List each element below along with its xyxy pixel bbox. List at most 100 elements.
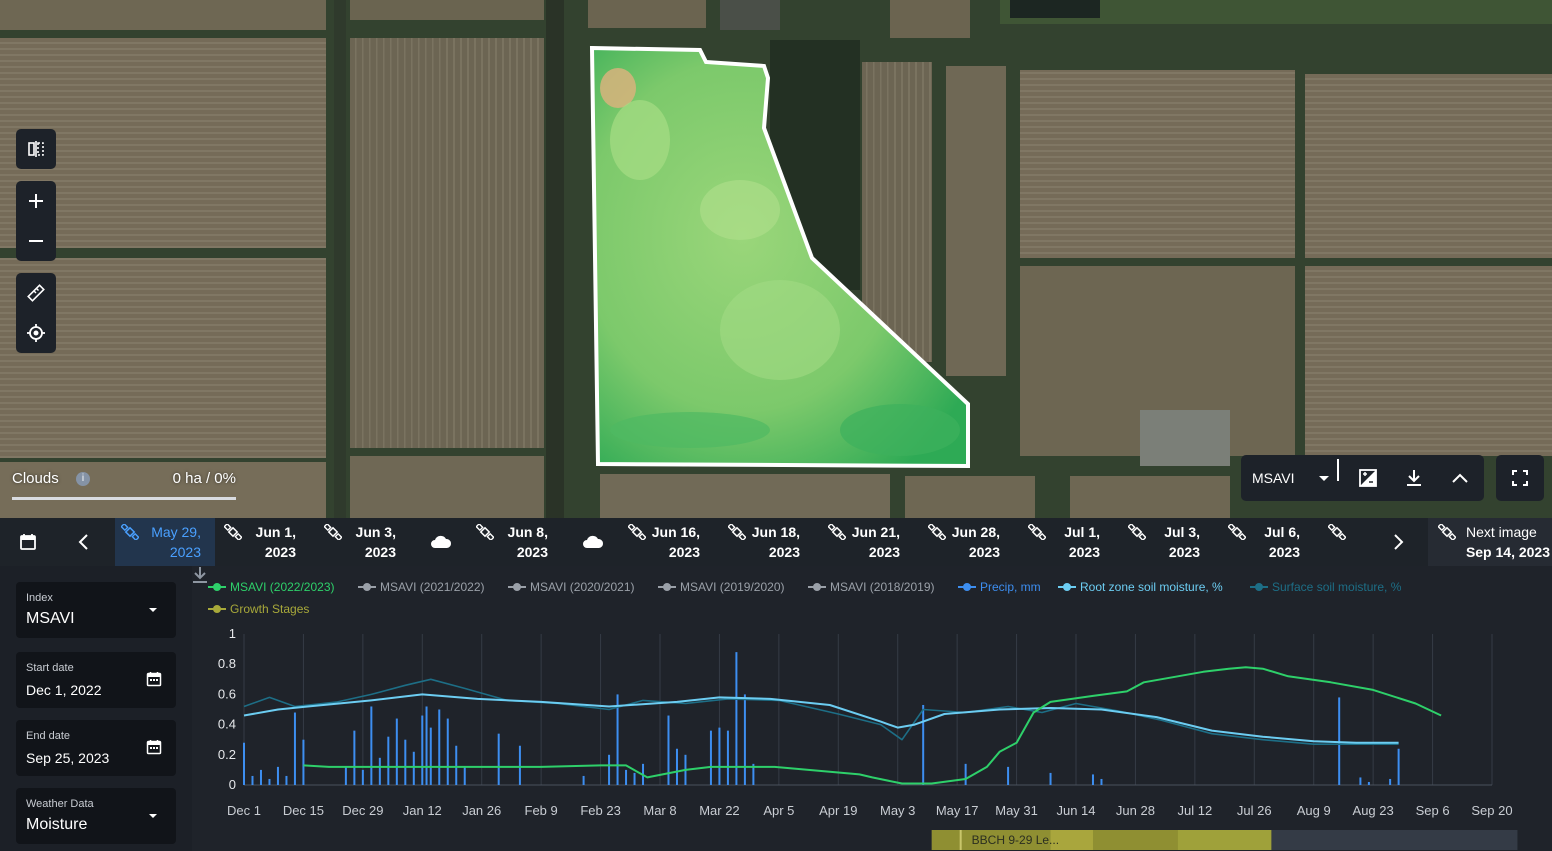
y-tick-label: 0.6 [218,686,236,701]
cloud-icon [431,535,452,548]
caret-down-icon [1318,475,1329,481]
x-tick-label: Jun 28 [1116,803,1155,818]
fullscreen-button[interactable] [1496,455,1544,501]
timeline-date-year: 2023 [868,544,900,560]
clouds-label: Clouds [12,470,59,487]
timeline-date-year: 2023 [1168,544,1200,560]
timeline-date-year: 2023 [1068,544,1100,560]
precip-bar [243,742,245,785]
next-date-button[interactable] [1380,518,1416,566]
timeline-date-item[interactable]: Jun 1, 2023 [218,518,310,566]
chart-settings-sidebar: Index MSAVI Start date Dec 1, 2022 End d… [0,566,192,851]
satellite-icon [728,524,746,540]
timeline-date-item[interactable]: Jun 28, 2023 [922,518,1014,566]
timeline-date-item[interactable]: Jun 16, 2023 [622,518,714,566]
precip-bar [625,769,628,785]
x-tick-label: Jun 14 [1056,803,1095,818]
chevron-up-icon [1452,473,1468,483]
clouds-indicator: Clouds i 0 ha / 0% [12,470,238,506]
calendar-icon [146,672,162,687]
precip-bar [1359,777,1362,785]
precip-bar [429,727,432,785]
timeline-date-item[interactable]: May 29, 2023 [115,518,215,566]
y-tick-label: 0 [229,777,236,792]
timeline-date-year: 2023 [264,544,296,560]
timeline-date-item[interactable]: Jun 3, 2023 [318,518,410,566]
timeline-date-item[interactable]: Jun 18, 2023 [722,518,814,566]
growth-stage-segment [1177,830,1272,850]
precip-bar [446,718,449,785]
precip-bar [268,778,271,785]
download-button[interactable] [1391,455,1437,501]
index-select[interactable]: Index MSAVI [16,582,176,638]
precip-bar [718,727,721,785]
precip-bar [518,745,521,785]
prev-date-button[interactable] [66,518,102,566]
weather-data-select[interactable]: Weather Data Moisture [16,788,176,844]
chevron-right-icon [1394,534,1404,550]
timeline-date-item-partial[interactable] [1322,518,1366,566]
calendar-button[interactable] [10,518,46,566]
map-view[interactable]: Clouds i 0 ha / 0% MSAVI [0,0,1552,518]
image-compare-button[interactable] [1345,455,1391,501]
caret-down-icon [149,608,157,612]
locate-button[interactable] [16,313,56,353]
precip-bar [353,730,356,785]
precip-bar [497,733,500,785]
precip-bar [735,652,738,785]
cloudy-date-button[interactable] [582,534,604,550]
satellite-icon [476,524,494,540]
x-tick-label: Apr 5 [763,803,794,818]
start-date-value: Dec 1, 2022 [26,682,102,698]
end-date-field[interactable]: End date Sep 25, 2023 [16,720,176,776]
cloud-icon [583,535,604,548]
precip-bar [633,772,636,785]
info-icon[interactable]: i [76,472,90,486]
satellite-icon [324,524,342,540]
precip-bar [726,730,729,785]
precip-bar [922,704,925,785]
timeline-date-item[interactable]: Jul 1, 2023 [1022,518,1114,566]
timeline-date-item[interactable]: Jun 21, 2023 [822,518,914,566]
precip-bar [1397,748,1400,785]
x-tick-label: Sep 20 [1471,803,1512,818]
image-timeline: May 29, 2023 Jun 1, 2023 Jun 3, 2023 Jun 8, 202… [0,518,1552,566]
image-compare-icon [1359,469,1377,487]
layer-select[interactable]: MSAVI [1241,455,1337,501]
zoom-in-button[interactable] [16,181,56,221]
split-view-button[interactable] [16,129,56,169]
satellite-icon [1128,524,1146,540]
layer-toolbar: MSAVI [1241,455,1484,501]
timeline-date-item[interactable]: Jul 6, 2023 [1222,518,1314,566]
satellite-icon [828,524,846,540]
satellite-icon [928,524,946,540]
timeline-date-item[interactable]: Jul 3, 2023 [1122,518,1214,566]
zoom-out-button[interactable] [16,221,56,261]
precip-bar [608,754,611,785]
satellite-icon [1028,524,1046,540]
msavi-2022-2023-line [303,666,1442,785]
y-tick-label: 0.8 [218,656,236,671]
precip-bar [302,739,305,785]
x-tick-label: Jul 26 [1237,803,1272,818]
x-tick-label: Dec 1 [227,803,261,818]
y-tick-label: 1 [229,626,236,641]
timeline-date-day: Jul 1, [1064,524,1100,540]
x-tick-label: Aug 9 [1297,803,1331,818]
timeline-date-year: 2023 [516,544,548,560]
ruler-button[interactable] [16,273,56,313]
precip-bar [370,706,373,785]
precip-bar [463,766,466,785]
precip-bar [1100,778,1103,785]
precip-bar [1007,766,1010,785]
timeline-date-day: May 29, [151,524,201,540]
next-image-button[interactable]: Next image Sep 14, 2023 [1428,518,1552,566]
next-image-date: Sep 14, 2023 [1465,544,1550,560]
cloudy-date-button[interactable] [430,534,452,550]
index-chart[interactable]: Dec 1 Dec 15 Dec 29 Jan 12 Jan 26 Feb 9 Feb 23… [192,566,1552,851]
collapse-button[interactable] [1437,455,1483,501]
precip-bar [1049,772,1052,785]
start-date-field[interactable]: Start date Dec 1, 2022 [16,652,176,708]
growth-stage-marker [959,830,962,850]
timeline-date-item[interactable]: Jun 8, 2023 [470,518,562,566]
